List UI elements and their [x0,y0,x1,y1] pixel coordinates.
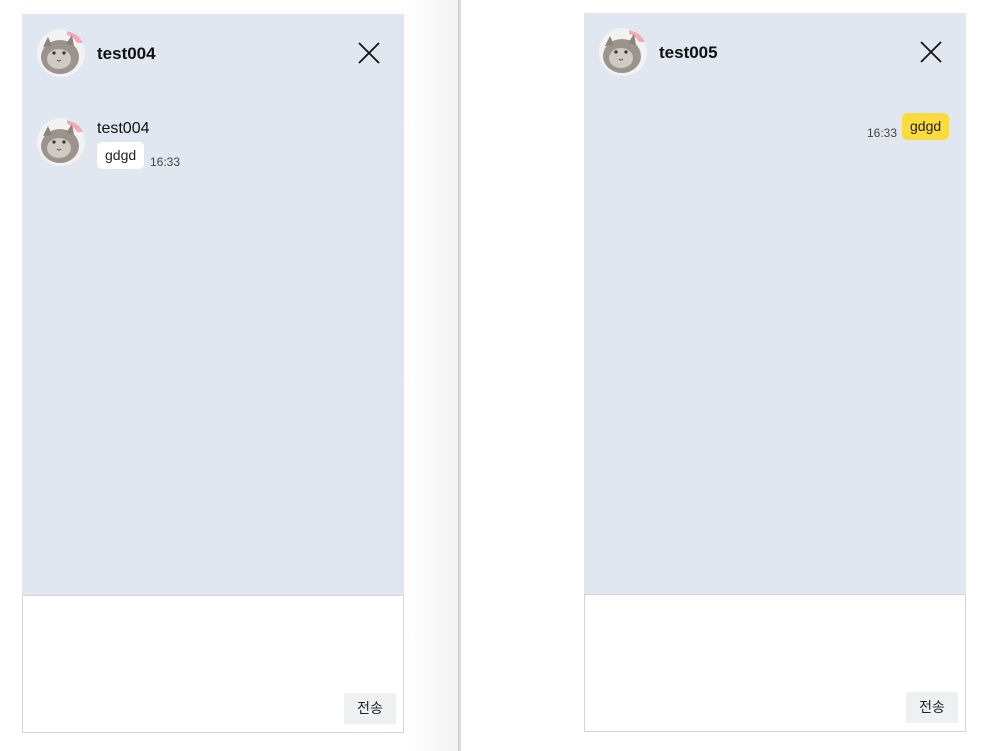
left-window-shadow [405,0,458,751]
sender-avatar-icon [37,118,85,166]
chat-body: test005 16:33 gdgd [584,13,966,594]
chat-partner-name: test005 [659,43,718,62]
chat-window-right: test005 16:33 gdgd 전송 [584,13,966,732]
send-button[interactable]: 전송 [906,692,958,723]
window-divider [458,0,461,751]
chat-window-left: test004 test004 gdgd 16:33 전송 [22,14,404,733]
message-input-area: 전송 [22,595,404,733]
chat-header: test005 [584,13,966,93]
message-input[interactable] [29,602,397,684]
message-time: 16:33 [867,126,898,140]
chat-body: test004 test004 gdgd 16:33 [22,14,404,595]
message-bubble: gdgd [97,142,145,169]
message-time: 16:33 [150,155,181,169]
send-button[interactable]: 전송 [344,693,396,724]
close-icon[interactable] [920,41,942,63]
cat-avatar-icon [37,29,85,77]
message-input-area: 전송 [584,594,966,732]
message-sender-name: test004 [97,120,150,137]
message-input[interactable] [591,601,959,683]
close-icon[interactable] [358,42,380,64]
chat-partner-name: test004 [97,44,156,63]
chat-header: test004 [22,14,404,94]
cat-avatar-icon [599,28,647,76]
own-message-bubble: gdgd [902,113,950,140]
